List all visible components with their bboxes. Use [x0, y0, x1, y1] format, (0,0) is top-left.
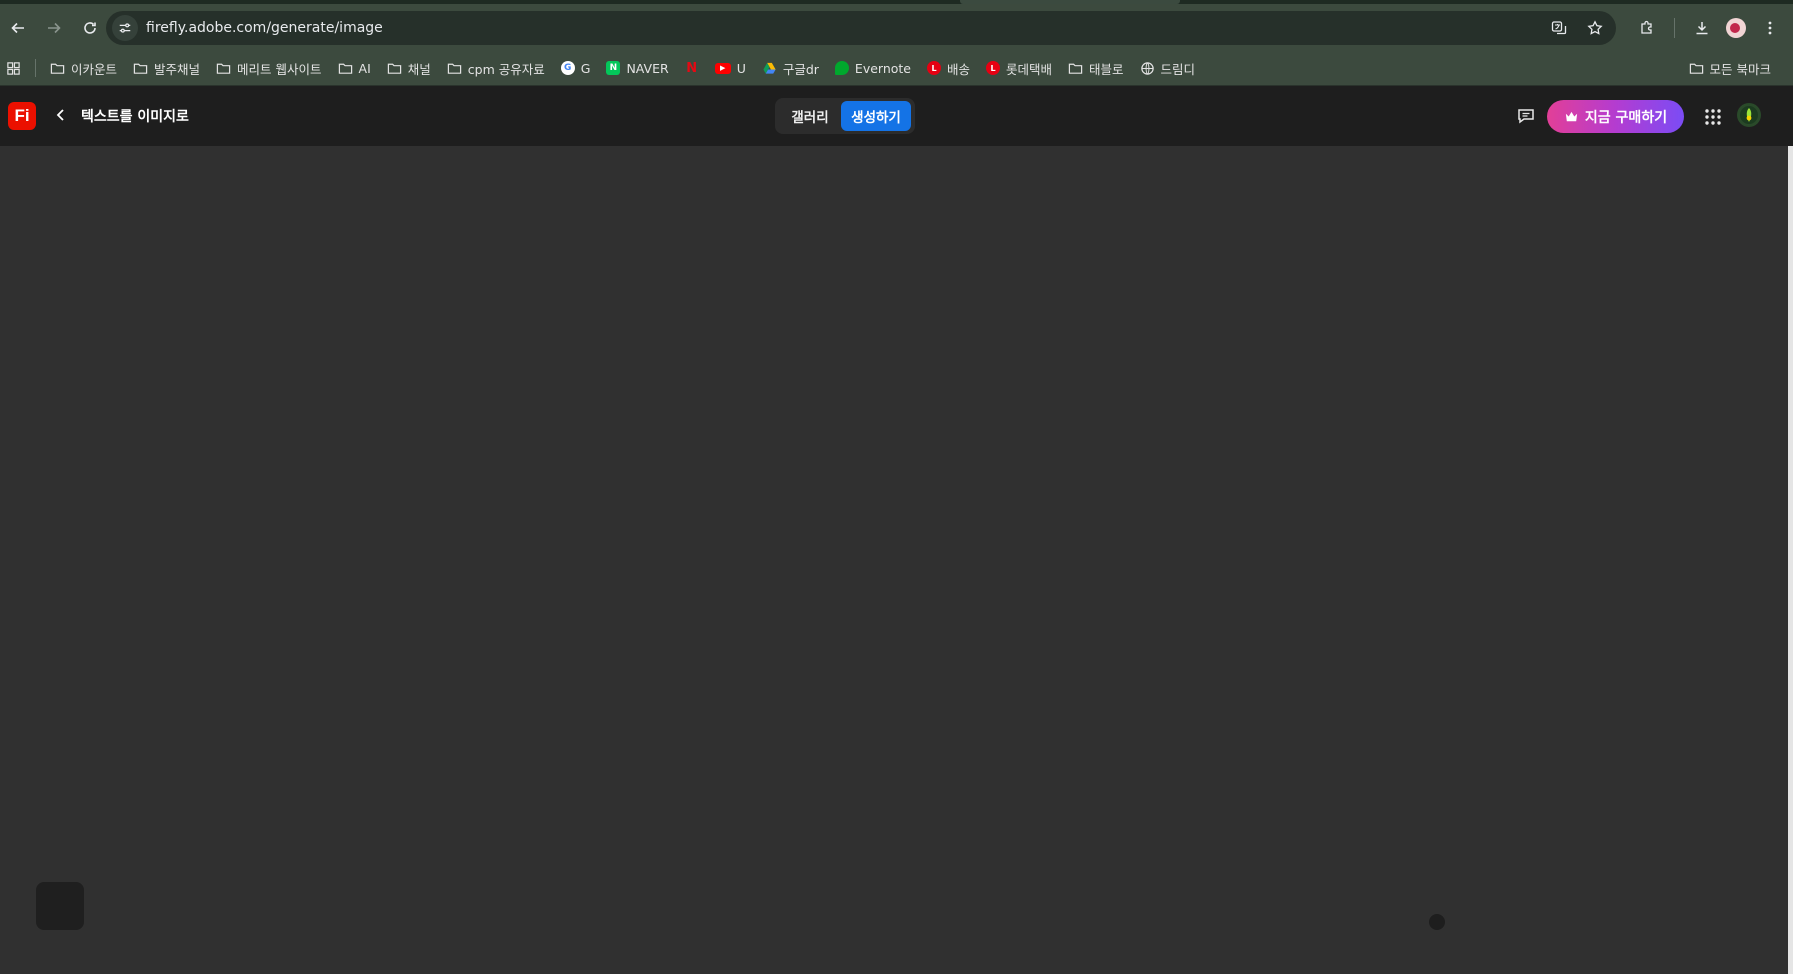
- url-text[interactable]: firefly.adobe.com/generate/image: [146, 20, 383, 36]
- profile-avatar: [1726, 17, 1746, 38]
- bookmark-item[interactable]: N: [677, 55, 707, 81]
- google-drive-icon: [763, 62, 776, 74]
- folder-icon: [338, 63, 352, 74]
- mode-switcher: 갤러리 생성하기: [775, 98, 915, 134]
- bookmark-item[interactable]: Evernote: [827, 55, 919, 81]
- bookmarks-bar: 이카운트 발주채널 메리트 웹사이트 AI 채널 cpm 공유자료 G G N …: [0, 51, 1793, 86]
- bookmark-item[interactable]: 드림디: [1132, 55, 1204, 81]
- bookmark-label: 발주채널: [154, 61, 201, 77]
- translate-button[interactable]: [1546, 15, 1572, 41]
- bookmark-item[interactable]: L 롯데택배: [978, 55, 1060, 81]
- bookmark-item[interactable]: 채널: [379, 55, 439, 81]
- globe-icon: [1140, 61, 1154, 75]
- buy-now-label: 지금 구매하기: [1584, 109, 1668, 126]
- all-bookmarks-label: 모든 북마크: [1709, 61, 1771, 77]
- lotte-icon: L: [927, 61, 941, 75]
- avatar-image-icon: [1740, 106, 1758, 124]
- chevron-left-icon[interactable]: [52, 106, 70, 124]
- bookmark-item[interactable]: G G: [553, 55, 599, 81]
- bookmark-label: 드림디: [1160, 61, 1196, 77]
- back-button[interactable]: [4, 14, 32, 42]
- folder-icon: [387, 63, 401, 74]
- folder-icon: [216, 63, 231, 74]
- arrow-right-icon: [48, 22, 61, 33]
- extensions-button[interactable]: [1634, 15, 1660, 41]
- star-icon: [1587, 20, 1603, 35]
- evernote-icon: [834, 61, 849, 75]
- bookmark-item[interactable]: 구글dr: [754, 55, 827, 81]
- feedback-icon[interactable]: [1516, 106, 1536, 126]
- folder-icon: [1068, 63, 1083, 74]
- app-header: Fi 텍스트를 이미지로 갤러리 생성하기 지금 구매하기: [0, 86, 1793, 146]
- crown-icon: [1565, 111, 1578, 122]
- bookmark-item[interactable]: ▶ U: [707, 55, 754, 81]
- folder-icon: [447, 63, 461, 74]
- browser-menu-button[interactable]: [1757, 15, 1783, 41]
- bookmark-item[interactable]: 발주채널: [125, 55, 208, 81]
- bookmark-item[interactable]: cpm 공유자료: [439, 55, 553, 81]
- browser-toolbar: firefly.adobe.com/generate/image: [0, 4, 1793, 51]
- floating-panel-button[interactable]: [36, 882, 84, 930]
- bookmark-label: 구글dr: [782, 61, 819, 77]
- folder-icon: [1689, 63, 1703, 74]
- bookmark-star-button[interactable]: [1582, 15, 1608, 41]
- translate-icon: [1551, 21, 1567, 35]
- bookmark-item[interactable]: 메리트 웹사이트: [208, 55, 329, 81]
- loading-indicator: [1429, 914, 1445, 930]
- bookmarks-divider: [35, 59, 36, 77]
- bookmark-item[interactable]: L 배송: [919, 55, 978, 81]
- bookmark-label: 메리트 웹사이트: [237, 61, 322, 77]
- naver-icon: N: [606, 61, 621, 75]
- apps-shortcut[interactable]: [0, 55, 29, 81]
- firefly-logo[interactable]: Fi: [8, 102, 36, 130]
- bookmark-label: G: [580, 60, 591, 76]
- site-settings-icon[interactable]: [112, 15, 138, 41]
- bookmark-label: 이카운트: [71, 61, 118, 77]
- apps-grid-icon: [7, 61, 20, 75]
- page-title: 텍스트를 이미지로: [81, 109, 189, 125]
- tab-gallery[interactable]: 갤러리: [779, 101, 841, 131]
- download-icon: [1696, 21, 1708, 34]
- bookmark-label: AI: [358, 60, 371, 76]
- reload-icon: [84, 21, 96, 34]
- bookmark-label: 채널: [407, 61, 431, 77]
- all-bookmarks[interactable]: 모든 북마크: [1681, 55, 1779, 81]
- bookmark-label: U: [736, 60, 746, 76]
- scrollbar[interactable]: [1788, 146, 1793, 974]
- bookmark-label: 배송: [947, 61, 971, 77]
- bookmark-label: cpm 공유자료: [467, 61, 545, 77]
- reload-button[interactable]: [76, 14, 104, 42]
- bookmark-label: NAVER: [626, 60, 669, 76]
- folder-icon: [133, 63, 148, 74]
- bookmark-label: Evernote: [854, 60, 911, 76]
- bookmark-item[interactable]: N NAVER: [598, 55, 676, 81]
- folder-icon: [50, 63, 65, 74]
- toolbar-divider: [1674, 17, 1675, 38]
- forward-button[interactable]: [40, 14, 68, 42]
- bookmark-label: 태블로: [1089, 61, 1124, 77]
- lotte-icon: L: [986, 61, 1001, 75]
- youtube-icon: ▶: [714, 62, 731, 74]
- profile-button[interactable]: [1723, 15, 1749, 41]
- tab-generate[interactable]: 생성하기: [841, 101, 911, 131]
- bookmark-item[interactable]: 이카운트: [42, 55, 125, 81]
- google-icon: G: [560, 61, 575, 75]
- generation-canvas: [0, 146, 1793, 974]
- app-switcher-icon[interactable]: [1704, 108, 1722, 126]
- arrow-left-icon: [11, 22, 24, 33]
- address-bar[interactable]: firefly.adobe.com/generate/image: [106, 11, 1616, 45]
- buy-now-button[interactable]: 지금 구매하기: [1547, 100, 1684, 133]
- bookmark-label: 롯데택배: [1006, 61, 1053, 77]
- kebab-menu-icon: [1768, 21, 1772, 34]
- netflix-icon: N: [686, 60, 698, 76]
- user-avatar[interactable]: [1737, 103, 1761, 127]
- puzzle-icon: [1641, 20, 1652, 34]
- bookmark-item[interactable]: 태블로: [1060, 55, 1132, 81]
- downloads-button[interactable]: [1689, 15, 1715, 41]
- bookmark-item[interactable]: AI: [330, 55, 379, 81]
